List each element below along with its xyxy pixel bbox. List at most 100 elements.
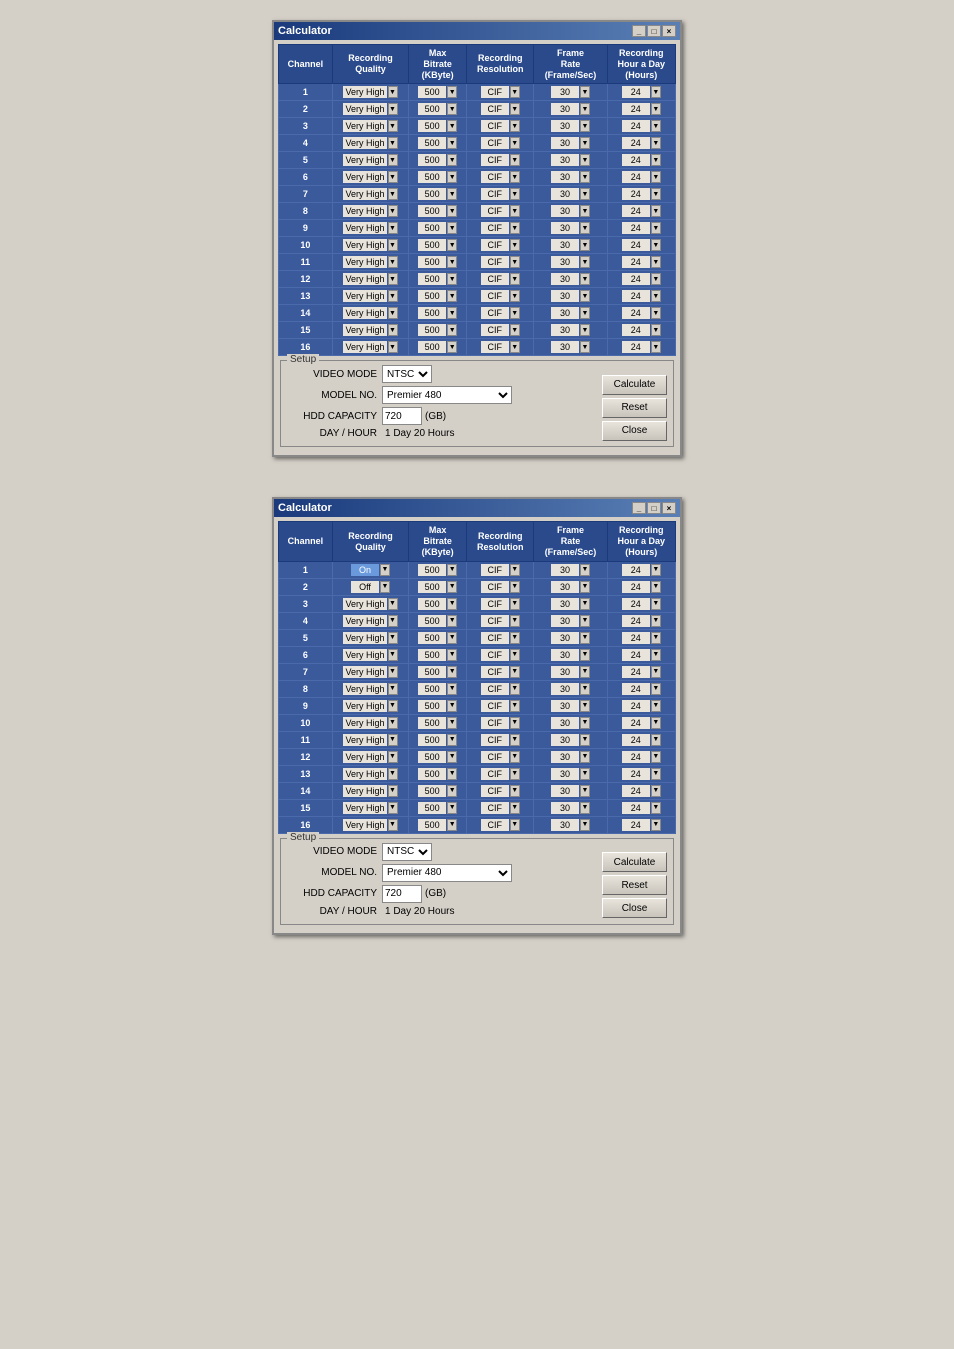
quality-cell[interactable]: Very High ▼ xyxy=(332,663,408,680)
hours-cell[interactable]: 24 ▼ xyxy=(607,135,675,152)
quality-cell[interactable]: Very High ▼ xyxy=(332,816,408,833)
hours-cell[interactable]: 24 ▼ xyxy=(607,595,675,612)
hours-cell[interactable]: 24 ▼ xyxy=(607,629,675,646)
quality-cell[interactable]: Very High ▼ xyxy=(332,339,408,356)
resolution-cell[interactable]: CIF ▼ xyxy=(467,629,534,646)
resolution-cell[interactable]: CIF ▼ xyxy=(467,203,534,220)
close-button-win2[interactable]: Close xyxy=(602,898,667,918)
quality-cell[interactable]: Very High ▼ xyxy=(332,203,408,220)
bitrate-cell[interactable]: 500 ▼ xyxy=(409,748,467,765)
resolution-cell[interactable]: CIF ▼ xyxy=(467,680,534,697)
hours-cell[interactable]: 24 ▼ xyxy=(607,816,675,833)
framerate-cell[interactable]: 30 ▼ xyxy=(534,118,607,135)
minimize-button-1[interactable]: _ xyxy=(632,25,646,37)
framerate-cell[interactable]: 30 ▼ xyxy=(534,663,607,680)
resolution-cell[interactable]: CIF ▼ xyxy=(467,646,534,663)
hours-cell[interactable]: 24 ▼ xyxy=(607,646,675,663)
quality-cell[interactable]: Very High ▼ xyxy=(332,101,408,118)
bitrate-cell[interactable]: 500 ▼ xyxy=(409,254,467,271)
bitrate-cell[interactable]: 500 ▼ xyxy=(409,799,467,816)
resolution-cell[interactable]: CIF ▼ xyxy=(467,101,534,118)
quality-cell[interactable]: Very High ▼ xyxy=(332,305,408,322)
quality-cell[interactable]: Very High ▼ xyxy=(332,254,408,271)
maximize-button-1[interactable]: □ xyxy=(647,25,661,37)
hours-cell[interactable]: 24 ▼ xyxy=(607,697,675,714)
hours-cell[interactable]: 24 ▼ xyxy=(607,288,675,305)
resolution-cell[interactable]: CIF ▼ xyxy=(467,84,534,101)
resolution-cell[interactable]: CIF ▼ xyxy=(467,731,534,748)
framerate-cell[interactable]: 30 ▼ xyxy=(534,203,607,220)
close-button-1[interactable]: × xyxy=(662,25,676,37)
resolution-cell[interactable]: CIF ▼ xyxy=(467,663,534,680)
close-button-2[interactable]: × xyxy=(662,502,676,514)
framerate-cell[interactable]: 30 ▼ xyxy=(534,339,607,356)
framerate-cell[interactable]: 30 ▼ xyxy=(534,714,607,731)
framerate-cell[interactable]: 30 ▼ xyxy=(534,578,607,595)
framerate-cell[interactable]: 30 ▼ xyxy=(534,561,607,578)
hours-cell[interactable]: 24 ▼ xyxy=(607,271,675,288)
framerate-cell[interactable]: 30 ▼ xyxy=(534,731,607,748)
hours-cell[interactable]: 24 ▼ xyxy=(607,578,675,595)
bitrate-cell[interactable]: 500 ▼ xyxy=(409,305,467,322)
hours-cell[interactable]: 24 ▼ xyxy=(607,220,675,237)
resolution-cell[interactable]: CIF ▼ xyxy=(467,697,534,714)
hdd-capacity-input-1[interactable] xyxy=(382,407,422,425)
hours-cell[interactable]: 24 ▼ xyxy=(607,101,675,118)
framerate-cell[interactable]: 30 ▼ xyxy=(534,288,607,305)
resolution-cell[interactable]: CIF ▼ xyxy=(467,765,534,782)
framerate-cell[interactable]: 30 ▼ xyxy=(534,186,607,203)
hours-cell[interactable]: 24 ▼ xyxy=(607,714,675,731)
bitrate-cell[interactable]: 500 ▼ xyxy=(409,237,467,254)
framerate-cell[interactable]: 30 ▼ xyxy=(534,254,607,271)
resolution-cell[interactable]: CIF ▼ xyxy=(467,339,534,356)
hours-cell[interactable]: 24 ▼ xyxy=(607,118,675,135)
calculate-button-2[interactable]: Calculate xyxy=(602,852,667,872)
quality-cell[interactable]: Very High ▼ xyxy=(332,748,408,765)
quality-cell[interactable]: Very High ▼ xyxy=(332,714,408,731)
calculate-button-1[interactable]: Calculate xyxy=(602,375,667,395)
framerate-cell[interactable]: 30 ▼ xyxy=(534,305,607,322)
maximize-button-2[interactable]: □ xyxy=(647,502,661,514)
resolution-cell[interactable]: CIF ▼ xyxy=(467,237,534,254)
framerate-cell[interactable]: 30 ▼ xyxy=(534,765,607,782)
quality-cell[interactable]: Very High ▼ xyxy=(332,237,408,254)
bitrate-cell[interactable]: 500 ▼ xyxy=(409,765,467,782)
bitrate-cell[interactable]: 500 ▼ xyxy=(409,697,467,714)
bitrate-cell[interactable]: 500 ▼ xyxy=(409,731,467,748)
resolution-cell[interactable]: CIF ▼ xyxy=(467,782,534,799)
bitrate-cell[interactable]: 500 ▼ xyxy=(409,271,467,288)
resolution-cell[interactable]: CIF ▼ xyxy=(467,169,534,186)
bitrate-cell[interactable]: 500 ▼ xyxy=(409,186,467,203)
quality-cell[interactable]: Very High ▼ xyxy=(332,646,408,663)
bitrate-cell[interactable]: 500 ▼ xyxy=(409,135,467,152)
bitrate-cell[interactable]: 500 ▼ xyxy=(409,782,467,799)
quality-cell[interactable]: On ▼ xyxy=(332,561,408,578)
framerate-cell[interactable]: 30 ▼ xyxy=(534,271,607,288)
quality-cell[interactable]: Very High ▼ xyxy=(332,765,408,782)
reset-button-1[interactable]: Reset xyxy=(602,398,667,418)
framerate-cell[interactable]: 30 ▼ xyxy=(534,799,607,816)
framerate-cell[interactable]: 30 ▼ xyxy=(534,646,607,663)
bitrate-cell[interactable]: 500 ▼ xyxy=(409,169,467,186)
hours-cell[interactable]: 24 ▼ xyxy=(607,799,675,816)
quality-cell[interactable]: Very High ▼ xyxy=(332,629,408,646)
bitrate-cell[interactable]: 500 ▼ xyxy=(409,578,467,595)
minimize-button-2[interactable]: _ xyxy=(632,502,646,514)
resolution-cell[interactable]: CIF ▼ xyxy=(467,186,534,203)
quality-cell[interactable]: Very High ▼ xyxy=(332,220,408,237)
hours-cell[interactable]: 24 ▼ xyxy=(607,203,675,220)
bitrate-cell[interactable]: 500 ▼ xyxy=(409,816,467,833)
video-mode-select-1[interactable]: NTSC PAL xyxy=(382,365,432,383)
resolution-cell[interactable]: CIF ▼ xyxy=(467,220,534,237)
reset-button-2[interactable]: Reset xyxy=(602,875,667,895)
hours-cell[interactable]: 24 ▼ xyxy=(607,322,675,339)
quality-cell[interactable]: Very High ▼ xyxy=(332,186,408,203)
framerate-cell[interactable]: 30 ▼ xyxy=(534,680,607,697)
hours-cell[interactable]: 24 ▼ xyxy=(607,152,675,169)
quality-cell[interactable]: Very High ▼ xyxy=(332,595,408,612)
bitrate-cell[interactable]: 500 ▼ xyxy=(409,84,467,101)
framerate-cell[interactable]: 30 ▼ xyxy=(534,135,607,152)
quality-cell[interactable]: Very High ▼ xyxy=(332,680,408,697)
framerate-cell[interactable]: 30 ▼ xyxy=(534,84,607,101)
resolution-cell[interactable]: CIF ▼ xyxy=(467,595,534,612)
